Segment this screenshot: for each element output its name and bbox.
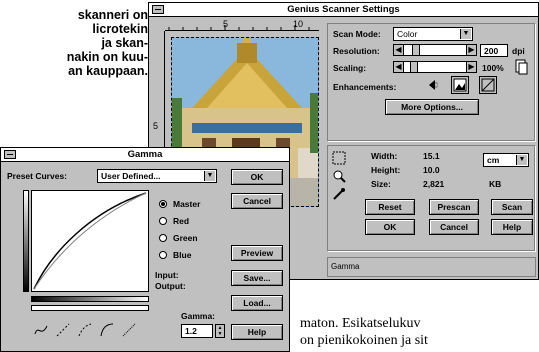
gamma-ok-button[interactable]: OK [231,169,283,185]
article-line: licrotekin [92,22,148,36]
body-text: maton. Esikatselukuv on pienikokoinen ja… [300,315,428,349]
scan-button[interactable]: Scan [491,199,533,215]
scan-mode-label: Scan Mode: [333,29,381,39]
arrow-right-icon[interactable]: ▶ [466,62,476,72]
ok-button[interactable]: OK [365,219,415,235]
article-line: nakin on kuu- [66,50,148,64]
gamma-cancel-button[interactable]: Cancel [231,193,283,209]
curve-tool-group [31,320,143,342]
arc-curve-icon[interactable] [97,320,117,340]
width-label: Width: [371,151,398,161]
system-menu-icon[interactable] [152,5,164,14]
article-line: skanneri on [77,8,148,22]
article-line: ja skan- [101,36,148,50]
blue-radio[interactable] [159,251,167,259]
red-radio[interactable] [159,217,167,225]
chevron-down-icon: ▼ [460,29,471,39]
unit-value: cm [487,155,500,165]
green-radio[interactable] [159,234,167,242]
preset-curves-label: Preset Curves: [7,171,68,181]
slider-thumb[interactable] [412,45,420,55]
arrow-right-icon[interactable]: ▶ [466,45,476,55]
help-button[interactable]: Help [491,219,533,235]
gamma-curve [33,192,147,290]
height-label: Height: [371,165,401,175]
height-value: 10.0 [423,165,440,175]
ruler-label: 5 [153,121,159,131]
step-curve-icon[interactable] [119,320,139,340]
gamma-value-field[interactable]: 1.2 [181,324,213,338]
size-unit: KB [489,179,502,189]
gamma-title: Gamma [127,149,163,160]
master-radio[interactable] [159,200,167,208]
reset-button[interactable]: Reset [365,199,415,215]
preset-curves-select[interactable]: User Defined... ▼ [97,169,217,183]
status-text: Gamma [331,262,360,271]
preset-curves-value: User Defined... [101,171,161,181]
arrow-left-icon[interactable]: ◀ [394,45,404,55]
green-radio-label: Green [173,233,198,243]
preview-button[interactable]: Preview [231,245,283,261]
resolution-value-field[interactable]: 200 [480,44,508,57]
image-adjust-icon[interactable] [451,76,469,94]
scan-mode-value: Color [397,29,418,39]
size-label: Size: [371,179,391,189]
chevron-down-icon: ▼ [204,171,215,181]
blue-radio-label: Blue [173,250,192,260]
sharpen-icon[interactable] [425,77,441,93]
input-label: Input: [155,270,179,280]
gamma-dialog: Gamma Preset Curves: User Defined... ▼ O… [0,147,290,352]
more-options-button[interactable]: More Options... [385,99,479,115]
prescan-button[interactable]: Prescan [429,199,479,215]
master-radio-label: Master [173,199,201,209]
scanner-title: Genius Scanner Settings [287,4,400,15]
gradient-bar-horizontal [31,296,149,302]
ruler-top: 5 10 [165,19,319,31]
resolution-slider[interactable]: ◀ ▶ [393,44,477,56]
scaling-label: Scaling: [333,63,367,73]
resolution-unit: dpi [512,46,525,56]
gamma-titlebar: Gamma [1,148,289,162]
enhancements-label: Enhancements: [333,82,397,92]
width-value: 15.1 [423,151,440,161]
gamma-value: 1.2 [185,326,197,336]
smooth-curve-icon[interactable] [75,320,95,340]
slider-thumb[interactable] [410,62,418,72]
chevron-down-icon: ▼ [516,155,527,165]
save-button[interactable]: Save... [231,270,283,286]
scaling-value: 100% [482,63,504,73]
resolution-label: Resolution: [333,46,380,56]
size-value: 2,821 [423,179,445,189]
scanner-titlebar: Genius Scanner Settings [149,3,538,17]
article-text: skanneri on licrotekin ja skan- nakin on… [0,8,148,78]
freehand-curve-icon[interactable] [31,320,51,340]
output-label: Output: [155,281,186,291]
arrow-left-icon[interactable]: ◀ [394,62,404,72]
body-text-line: on pienikokoinen ja sit [300,333,428,348]
gamma-help-button[interactable]: Help [231,324,283,340]
system-menu-icon[interactable] [4,150,16,159]
scan-mode-select[interactable]: Color ▼ [393,27,473,41]
scaling-slider[interactable]: ◀ ▶ [393,61,477,73]
color-correct-icon[interactable] [479,76,497,94]
body-text-line: maton. Esikatselukuv [300,316,421,331]
gradient-bar-vertical [23,190,29,292]
article-line: an kauppaan. [68,64,148,78]
input-slider-track[interactable] [31,305,149,311]
curve-editor[interactable] [31,190,149,292]
gamma-value-label: Gamma: [181,311,216,321]
spin-arrows-icon[interactable]: ▲ ▼ [215,324,225,338]
load-button[interactable]: Load... [231,295,283,311]
status-bar: Gamma [327,257,536,277]
cancel-button[interactable]: Cancel [429,219,479,235]
page-orientation-icon[interactable] [514,59,528,75]
red-radio-label: Red [173,216,190,226]
unit-select[interactable]: cm ▼ [483,153,529,167]
point-curve-icon[interactable] [53,320,73,340]
